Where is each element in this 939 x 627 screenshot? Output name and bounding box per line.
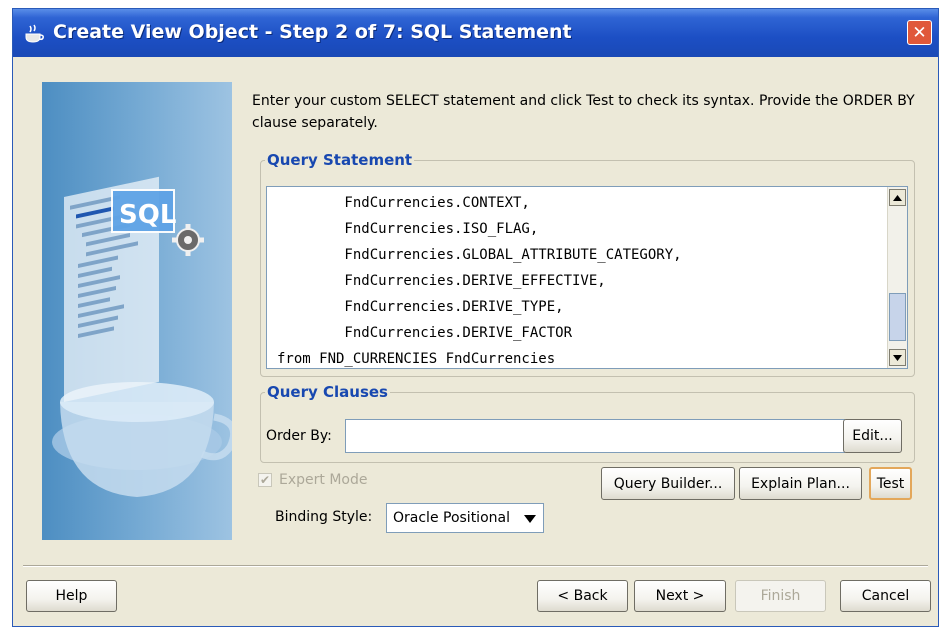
order-by-input[interactable] [345,419,845,453]
sql-caption: SQL [119,200,176,230]
expert-mode-checkbox[interactable]: ✔ [258,473,272,487]
scroll-up-button[interactable] [889,189,906,206]
binding-style-select[interactable]: Oracle Positional [386,503,544,533]
sql-line: FndCurrencies.DERIVE_FACTOR [277,325,573,341]
finish-button: Finish [735,580,826,612]
instruction-text: Enter your custom SELECT statement and c… [252,93,915,131]
expert-mode-label: Expert Mode [279,472,368,488]
query-clauses-legend: Query Clauses [267,383,388,401]
sql-illustration: SQL [52,176,232,497]
gear-icon [172,224,204,256]
chevron-down-icon [524,515,536,523]
binding-style-value: Oracle Positional [393,510,510,526]
coffee-cup-icon [25,24,44,43]
explain-plan-button[interactable]: Explain Plan... [739,467,862,500]
edit-order-by-button[interactable]: Edit... [843,419,902,453]
wizard-side-image: SQL [42,82,232,540]
back-button[interactable]: < Back [537,580,628,612]
sql-line: from FND_CURRENCIES FndCurrencies [277,351,556,367]
help-button[interactable]: Help [26,580,117,612]
close-icon: ✕ [912,22,927,43]
scroll-thumb[interactable] [889,293,906,341]
vertical-scrollbar[interactable] [887,187,907,368]
sql-line: FndCurrencies.ISO_FLAG, [277,221,539,237]
query-builder-button[interactable]: Query Builder... [601,467,735,500]
sql-statement-editor[interactable]: FndCurrencies.CONTEXT, FndCurrencies.ISO… [266,186,908,369]
title-bar[interactable]: Create View Object - Step 2 of 7: SQL St… [13,9,938,57]
footer-separator [23,565,928,567]
scroll-up-arrow-icon [893,194,902,201]
test-button[interactable]: Test [869,467,912,500]
scroll-down-button[interactable] [889,349,906,366]
close-button[interactable]: ✕ [907,20,932,45]
sql-line: FndCurrencies.DERIVE_TYPE, [277,299,564,315]
create-view-object-dialog: Create View Object - Step 2 of 7: SQL St… [12,8,939,627]
sql-line: FndCurrencies.CONTEXT, [277,195,530,211]
next-button[interactable]: Next > [634,580,726,612]
cancel-button[interactable]: Cancel [840,580,931,612]
query-statement-legend: Query Statement [267,151,413,169]
sql-line: FndCurrencies.DERIVE_EFFECTIVE, [277,273,606,289]
scroll-down-arrow-icon [893,354,902,361]
order-by-label: Order By: [266,428,332,444]
sql-line: FndCurrencies.GLOBAL_ATTRIBUTE_CATEGORY, [277,247,682,263]
window-title: Create View Object - Step 2 of 7: SQL St… [53,21,572,43]
binding-style-label: Binding Style: [275,509,373,525]
